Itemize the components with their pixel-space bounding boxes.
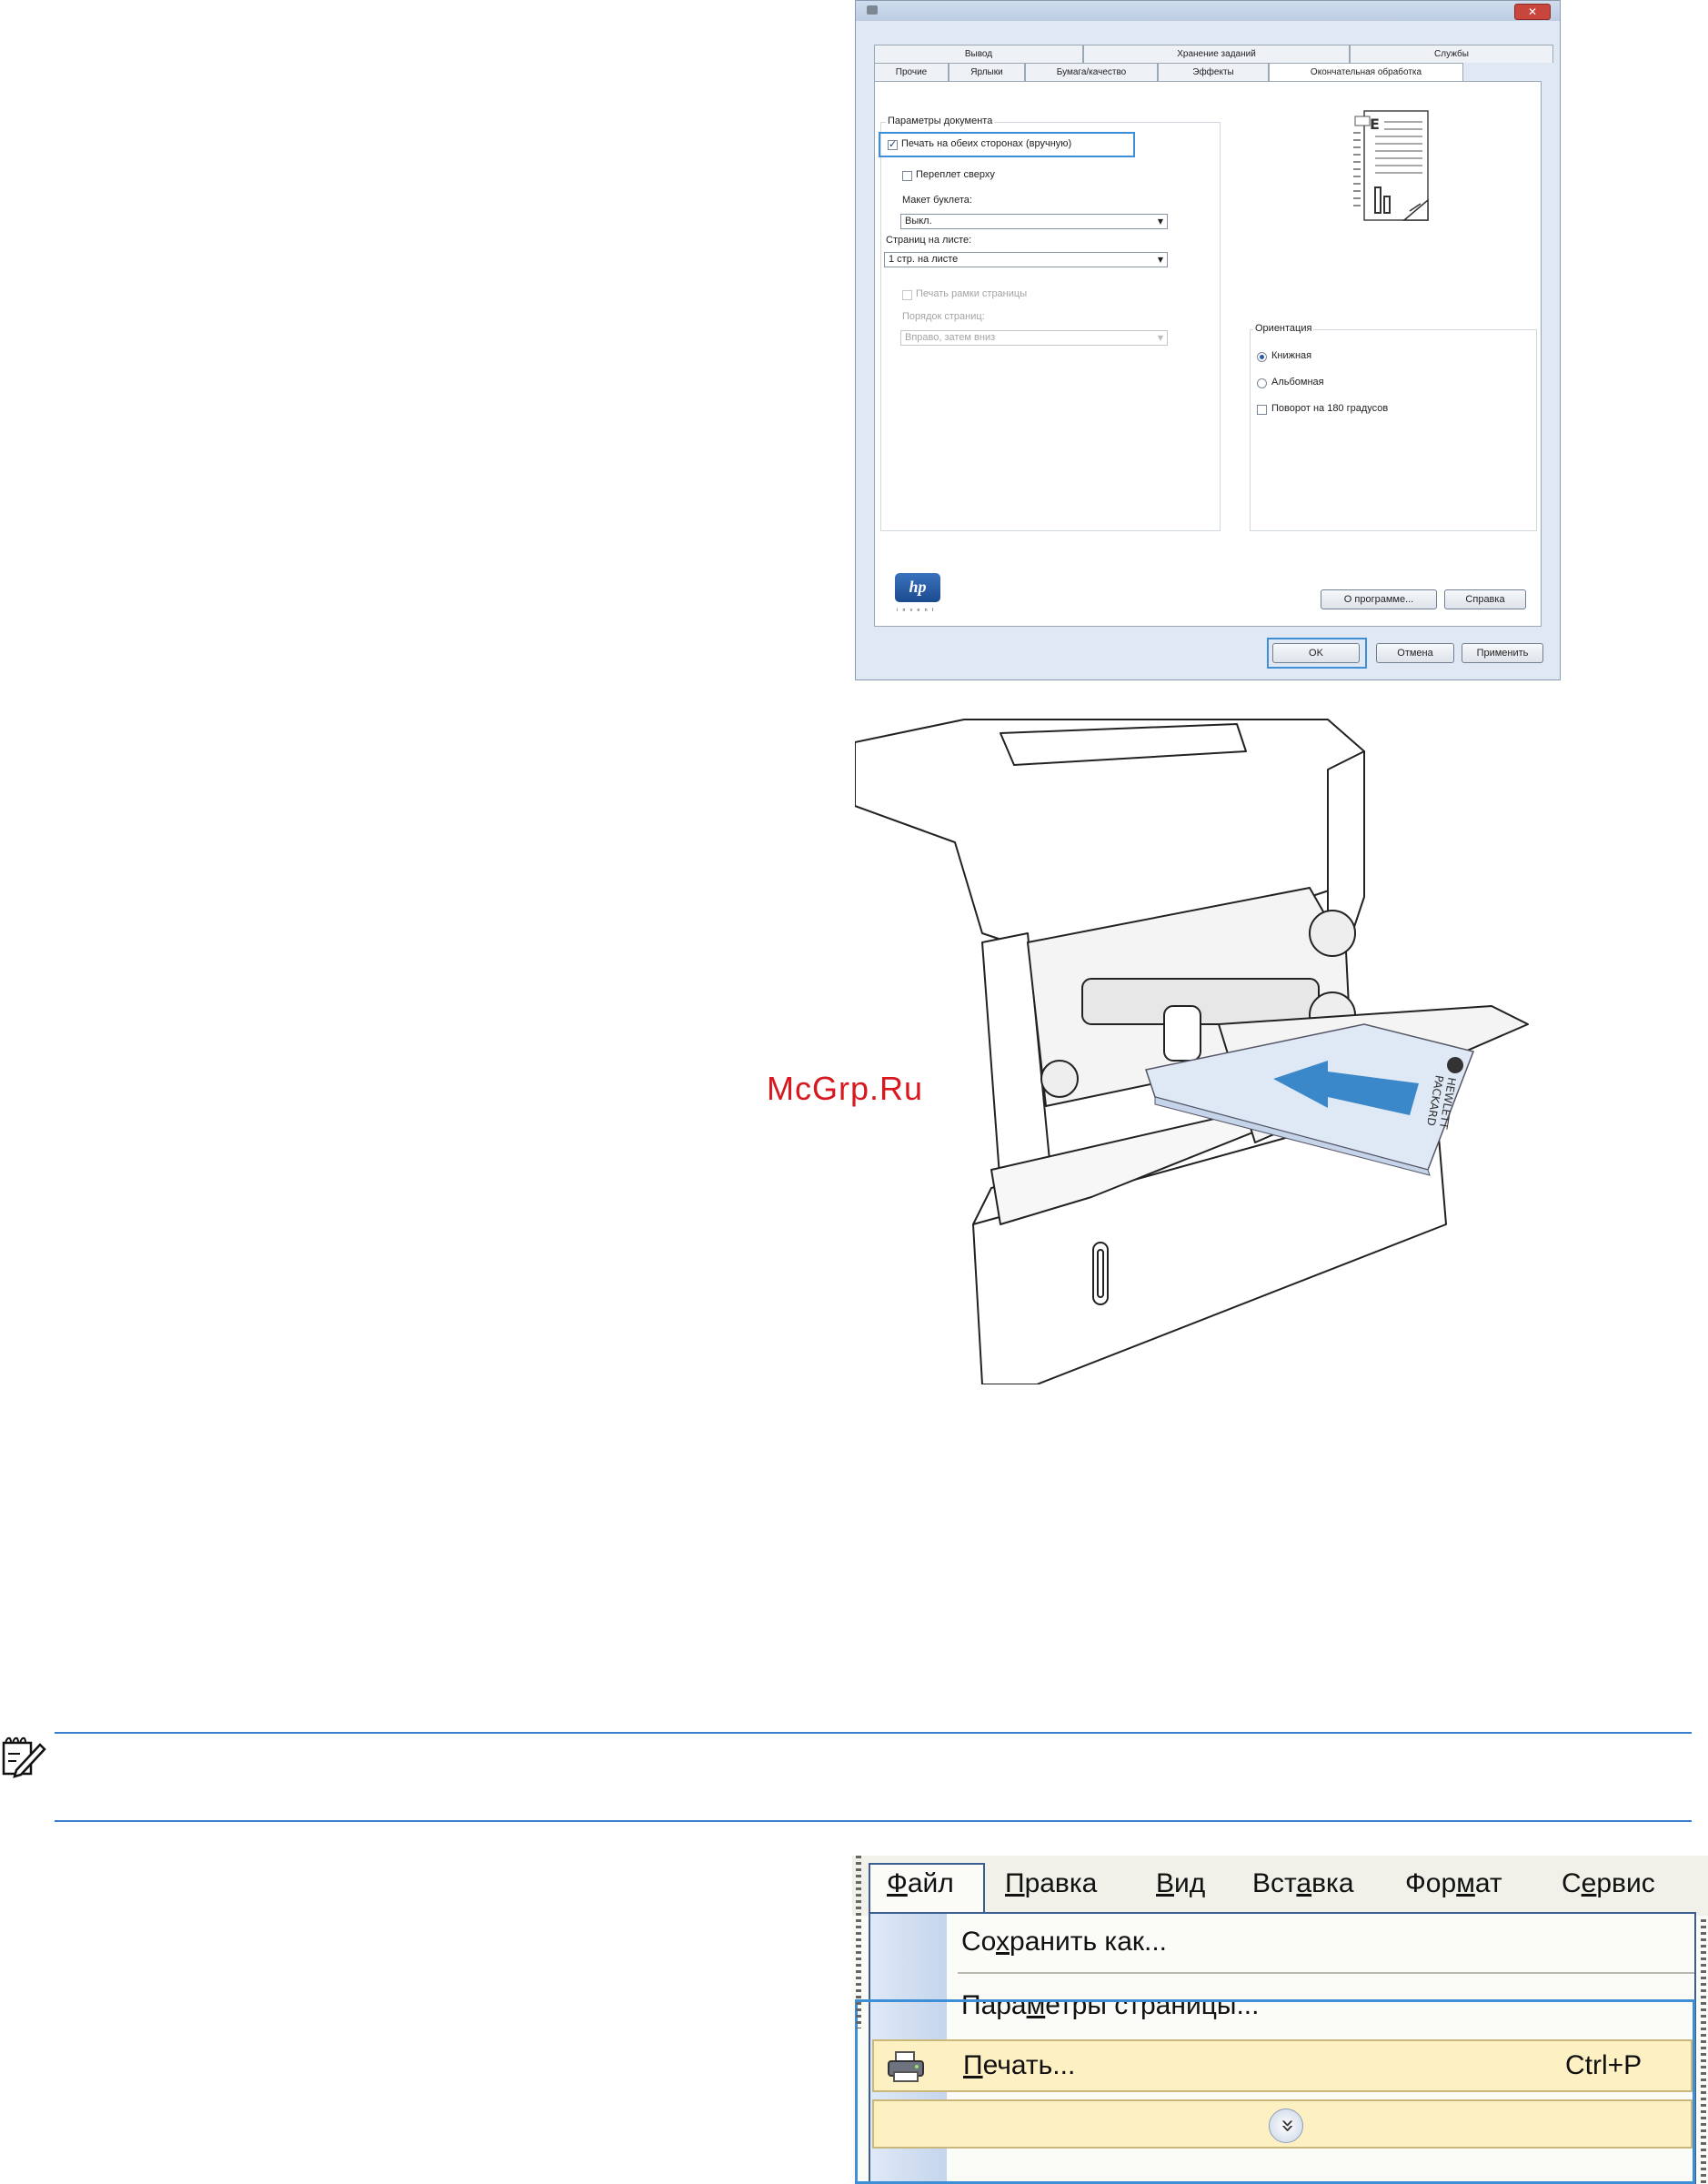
print-page-borders-label: Печать рамки страницы: [916, 288, 1028, 299]
tab-finishing[interactable]: Окончательная обработка: [1269, 63, 1463, 81]
close-button[interactable]: ✕: [1514, 4, 1551, 20]
note-rule-bottom: [55, 1820, 1692, 1822]
menu-view[interactable]: Вид: [1156, 1868, 1205, 1899]
tab-shortcuts[interactable]: Ярлыки: [949, 63, 1025, 81]
tab-effects[interactable]: Эффекты: [1158, 63, 1269, 81]
booklet-layout-label: Макет буклета:: [902, 195, 972, 206]
tab-other[interactable]: Прочие: [874, 63, 949, 81]
duplex-highlight-box: [879, 132, 1135, 157]
menu-right-dotted-edge: [1701, 1919, 1706, 2184]
document-options-label: Параметры документа: [886, 116, 995, 126]
menu-insert[interactable]: Вставка: [1252, 1868, 1354, 1899]
apply-button[interactable]: Применить: [1462, 643, 1543, 663]
pages-per-sheet-select[interactable]: 1 стр. на листе: [884, 252, 1168, 267]
page-order-select[interactable]: Вправо, затем вниз: [900, 330, 1168, 346]
tab-paper-quality[interactable]: Бумага/качество: [1025, 63, 1158, 81]
print-properties-dialog: ✕ Вывод Хранение заданий Службы Прочие Я…: [855, 0, 1561, 680]
orientation-label: Ориентация: [1253, 323, 1314, 334]
rotate-180-label: Поворот на 180 градусов: [1271, 403, 1389, 414]
print-highlight-box: [855, 1999, 1695, 2184]
portrait-label: Книжная: [1271, 350, 1312, 361]
pages-per-sheet-label: Страниц на листе:: [886, 235, 972, 246]
flip-pages-up-checkbox[interactable]: [902, 171, 912, 181]
printer-tray1-illustration: HEWLETT PACKARD: [855, 719, 1529, 1384]
document-options-group: [880, 122, 1221, 531]
landscape-radio[interactable]: [1257, 378, 1267, 388]
tab-row-2: Прочие Ярлыки Бумага/качество Эффекты Ок…: [874, 63, 1463, 81]
tab-output[interactable]: Вывод: [874, 45, 1083, 63]
dialog-titlebar: ✕: [856, 1, 1560, 21]
svg-text:E: E: [1370, 116, 1380, 133]
flip-pages-up-label: Переплет сверху: [916, 169, 995, 180]
note-rule-top: [55, 1732, 1692, 1734]
page-order-label: Порядок страниц:: [902, 311, 985, 322]
menu-file[interactable]: Файл: [887, 1868, 954, 1899]
ok-highlight-box: [1267, 638, 1367, 669]
cancel-button[interactable]: Отмена: [1376, 643, 1454, 663]
page-preview-icon: E: [1353, 110, 1429, 221]
booklet-layout-select[interactable]: Выкл.: [900, 214, 1168, 229]
help-button[interactable]: Справка: [1444, 589, 1526, 609]
print-page-borders-checkbox[interactable]: [902, 290, 912, 300]
menu-edit[interactable]: Правка: [1005, 1868, 1097, 1899]
printer-icon: [867, 5, 878, 15]
note-icon: [2, 1736, 46, 1778]
menu-left-dotted-edge: [856, 1856, 861, 2028]
hp-logo: hp: [895, 573, 940, 602]
menu-tools[interactable]: Сервис: [1562, 1868, 1655, 1899]
rotate-180-checkbox[interactable]: [1257, 405, 1267, 415]
menubar: Файл Правка Вид Вставка Формат Сервис: [852, 1856, 1708, 1916]
tab-row-1: Вывод Хранение заданий Службы: [874, 45, 1553, 63]
finishing-panel: Параметры документа Печать на обеих стор…: [874, 81, 1542, 627]
landscape-label: Альбомная: [1271, 377, 1324, 387]
menu-item-save-as[interactable]: Сохранить как...: [961, 1927, 1167, 1958]
tab-job-storage[interactable]: Хранение заданий: [1083, 45, 1350, 63]
tab-services[interactable]: Службы: [1350, 45, 1553, 63]
about-button[interactable]: О программе...: [1321, 589, 1437, 609]
watermark: McGrp.Ru: [767, 1070, 924, 1107]
menu-separator: [958, 1972, 1694, 1974]
menu-format[interactable]: Формат: [1405, 1868, 1502, 1899]
hp-invent-tagline: i n v e n t: [897, 608, 936, 613]
portrait-radio[interactable]: [1257, 352, 1267, 362]
